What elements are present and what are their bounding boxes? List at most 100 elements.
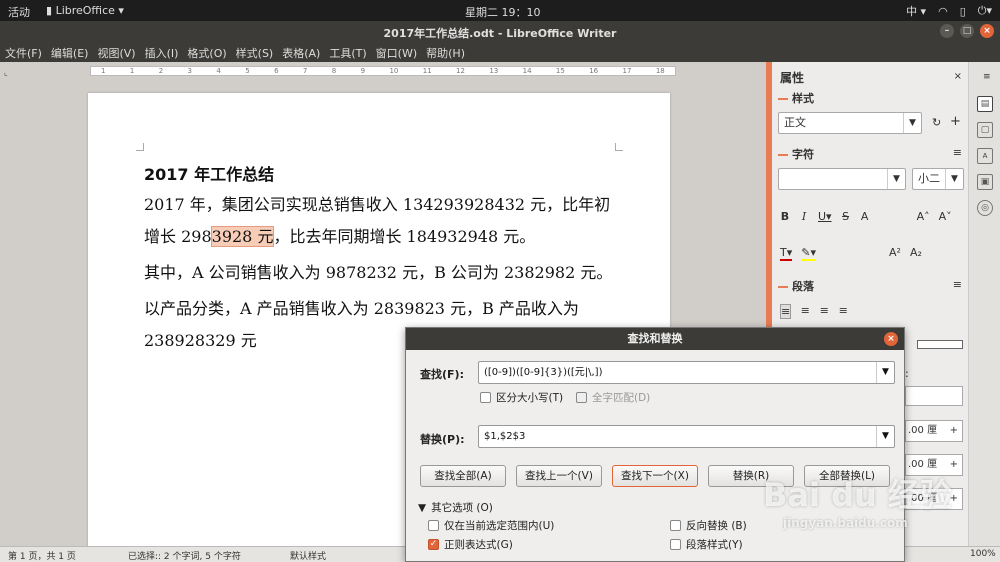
- find-next-button[interactable]: 查找下一个(X): [612, 465, 698, 487]
- refresh-icon[interactable]: ↻: [932, 116, 941, 129]
- activities-button[interactable]: 活动: [8, 4, 30, 20]
- justify-icon[interactable]: ≡: [838, 304, 848, 319]
- font-name-select[interactable]: ▼: [778, 168, 906, 190]
- add-icon[interactable]: +: [950, 114, 961, 129]
- spacing-label: :: [905, 367, 909, 380]
- subscript-icon[interactable]: A₂: [910, 246, 922, 261]
- italic-icon[interactable]: I: [799, 210, 809, 223]
- chevron-down-icon: ▼: [945, 169, 963, 189]
- menu-tools[interactable]: 工具(T): [329, 45, 366, 61]
- menu-edit[interactable]: 编辑(E): [51, 45, 89, 61]
- regex-checkbox[interactable]: ✓ 正则表达式(G): [428, 537, 513, 552]
- align-right-icon[interactable]: ≡: [819, 304, 829, 319]
- current-selection-checkbox[interactable]: 仅在当前选定范围内(U): [428, 518, 554, 533]
- selection-count[interactable]: 已选择:: 2 个字词, 5 个字符: [128, 549, 241, 562]
- menu-icon: ≡: [952, 278, 962, 291]
- find-label: 查找(F):: [420, 368, 464, 381]
- page-tab-icon[interactable]: ▢: [977, 122, 993, 138]
- gallery-tab-icon[interactable]: ▣: [977, 174, 993, 190]
- menu-view[interactable]: 视图(V): [97, 45, 135, 61]
- paragraph-background-swatch[interactable]: [917, 340, 963, 349]
- font-size-select[interactable]: 小二 ▼: [912, 168, 964, 190]
- whole-words-checkbox[interactable]: 全字匹配(D): [576, 390, 650, 405]
- dialog-title-bar: 查找和替换 ×: [406, 328, 904, 350]
- properties-tab-icon[interactable]: ▤: [977, 96, 993, 112]
- align-center-icon[interactable]: ≡: [800, 304, 810, 319]
- page-count[interactable]: 第 1 页，共 1 页: [8, 549, 76, 562]
- menu-file[interactable]: 文件(F): [5, 45, 42, 61]
- chevron-down-icon: ▼: [903, 113, 921, 133]
- replace-label: 替换(P):: [420, 433, 465, 446]
- maximize-icon[interactable]: □: [960, 24, 974, 38]
- other-options-expander[interactable]: ▼ 其它选项 (O): [418, 500, 493, 515]
- document-heading: 2017 年工作总结: [144, 165, 275, 184]
- shadow-icon[interactable]: A: [860, 210, 870, 223]
- menu-window[interactable]: 窗口(W): [376, 45, 417, 61]
- menu-bar: 文件(F) 编辑(E) 视图(V) 插入(I) 格式(O) 样式(S) 表格(A…: [0, 43, 1000, 62]
- style-section-header[interactable]: 样式: [778, 90, 962, 106]
- system-tray: 中 ▾ ◠ ▯ ⏻▾: [906, 3, 992, 19]
- menu-styles[interactable]: 样式(S): [236, 45, 274, 61]
- battery-icon[interactable]: ▯: [960, 5, 966, 18]
- strikethrough-icon[interactable]: S: [841, 210, 851, 223]
- document-icon: ▮: [46, 4, 53, 17]
- chevron-down-icon: ▼: [887, 169, 905, 189]
- clock[interactable]: 星期二 19：10: [465, 4, 541, 20]
- triangle-down-icon: ▼: [418, 501, 427, 514]
- app-name: LibreOffice: [55, 4, 115, 17]
- margin-corner: [615, 143, 623, 151]
- power-icon[interactable]: ⏻▾: [978, 4, 992, 18]
- superscript-icon[interactable]: A²: [889, 246, 901, 261]
- menu-table[interactable]: 表格(A): [282, 45, 320, 61]
- wifi-icon[interactable]: ◠: [938, 5, 948, 18]
- system-top-bar: 活动 ▮ LibreOffice ▾ 星期二 19：10 中 ▾ ◠ ▯ ⏻▾: [0, 0, 1000, 21]
- tab-stop-icon: ⌞: [4, 68, 8, 77]
- horizontal-ruler[interactable]: 1 1 2 3 4 5 6 7 8 9 10 11 12 13 14 15 16 17 18: [90, 66, 676, 76]
- paragraph-style-select[interactable]: 正文 ▼: [778, 112, 922, 134]
- replace-all-button[interactable]: 全部替换(L): [804, 465, 890, 487]
- menu-icon: ≡: [952, 146, 962, 159]
- minimize-icon[interactable]: –: [940, 24, 954, 38]
- menu-format[interactable]: 格式(O): [187, 45, 226, 61]
- sidebar-deck: ≡ ▤ ▢ ᴀ ▣ ◎: [968, 62, 1000, 546]
- paragraph-section-header[interactable]: 段落 ≡: [778, 278, 962, 294]
- indent-after-field[interactable]: .00 厘 +: [905, 454, 963, 476]
- chevron-down-icon: ▼: [876, 426, 894, 447]
- underline-icon[interactable]: U▾: [818, 210, 832, 223]
- find-input[interactable]: ([0-9])([0-9]{3})([元|\,]) ▼: [478, 361, 895, 384]
- font-color-icon[interactable]: T▾: [780, 246, 793, 261]
- character-section-header[interactable]: 字符 ≡: [778, 146, 962, 162]
- window-title: 2017年工作总结.odt - LibreOffice Writer: [383, 27, 617, 40]
- menu-insert[interactable]: 插入(I): [145, 45, 179, 61]
- selected-text[interactable]: 3928 元: [210, 226, 275, 247]
- window-title-bar: 2017年工作总结.odt - LibreOffice Writer – □ ×: [0, 21, 1000, 43]
- align-left-icon[interactable]: ≡: [780, 304, 792, 319]
- first-line-indent-field[interactable]: .00 厘 +: [905, 488, 963, 510]
- shrink-font-icon[interactable]: A˅: [939, 210, 952, 223]
- sidebar-menu-icon[interactable]: ≡: [983, 72, 991, 82]
- backwards-checkbox[interactable]: 反向替换 (B): [670, 518, 747, 533]
- close-icon[interactable]: ×: [980, 24, 994, 38]
- bold-icon[interactable]: B: [780, 210, 790, 223]
- close-icon[interactable]: ×: [884, 332, 898, 346]
- navigator-tab-icon[interactable]: ◎: [977, 200, 993, 216]
- zoom-level[interactable]: 100%: [970, 549, 996, 559]
- paragraph-styles-checkbox[interactable]: 段落样式(Y): [670, 537, 743, 552]
- margin-corner: [136, 143, 144, 151]
- replace-button[interactable]: 替换(R): [708, 465, 794, 487]
- replace-input[interactable]: $1,$2$3 ▼: [478, 425, 895, 448]
- find-all-button[interactable]: 查找全部(A): [420, 465, 506, 487]
- styles-tab-icon[interactable]: ᴀ: [977, 148, 993, 164]
- page-style[interactable]: 默认样式: [290, 549, 326, 562]
- grow-font-icon[interactable]: A˄: [917, 210, 930, 223]
- input-method-indicator[interactable]: 中 ▾: [906, 3, 926, 19]
- find-previous-button[interactable]: 查找上一个(V): [516, 465, 602, 487]
- paragraph-2: 其中，A 公司销售收入为 9878232 元，B 公司为 2382982 元。: [144, 263, 613, 282]
- highlight-color-icon[interactable]: ✎▾: [801, 246, 816, 261]
- match-case-checkbox[interactable]: 区分大小写(T): [480, 390, 563, 405]
- spacing-field-1[interactable]: [905, 386, 963, 406]
- app-menu[interactable]: ▮ LibreOffice ▾: [46, 4, 124, 17]
- close-icon[interactable]: ×: [954, 71, 962, 82]
- menu-help[interactable]: 帮助(H): [426, 45, 465, 61]
- indent-before-field[interactable]: .00 厘 +: [905, 420, 963, 442]
